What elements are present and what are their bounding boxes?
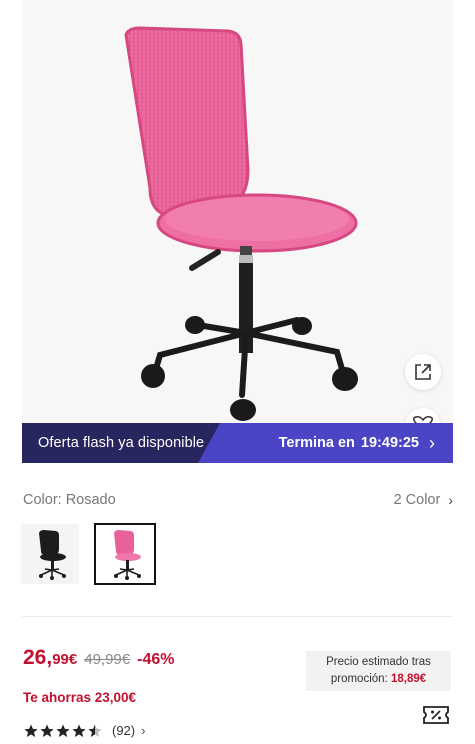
chevron-right-icon: › <box>141 723 146 738</box>
review-count: (92) <box>112 723 136 738</box>
heart-icon <box>412 416 434 423</box>
selected-color-label: Color: Rosado <box>23 492 116 508</box>
product-image[interactable] <box>22 0 453 423</box>
price-row: 26,99€ 49,99€ -46% <box>23 646 174 670</box>
pink-chair-thumbnail <box>114 530 141 580</box>
promo-line1: Precio estimado tras <box>326 656 431 668</box>
chair-illustration <box>124 26 358 421</box>
color-selector-header[interactable]: Color: Rosado 2 Color › <box>23 488 453 512</box>
black-chair-thumbnail <box>39 530 66 580</box>
flash-countdown: Termina en 19:49:25 › <box>279 423 435 463</box>
chevron-right-icon: › <box>448 492 453 508</box>
promo-label: promoción: <box>330 673 388 685</box>
flash-sale-banner[interactable]: Oferta flash ya disponible Termina en 19… <box>22 423 453 463</box>
discount-badge: -46% <box>137 651 175 668</box>
section-divider <box>22 616 453 617</box>
current-price: 26,99€ <box>23 646 77 670</box>
color-swatch-black[interactable] <box>21 524 79 584</box>
color-count-link[interactable]: 2 Color › <box>394 492 453 508</box>
share-button[interactable] <box>405 354 441 390</box>
promo-estimate-box: Precio estimado tras promoción: 18,89€ <box>306 651 451 691</box>
stars-icon <box>24 724 102 737</box>
chevron-right-icon: › <box>429 433 435 453</box>
color-count: 2 Color <box>393 492 441 508</box>
coupon-button[interactable] <box>422 703 450 732</box>
star-rating <box>24 724 104 738</box>
price-whole: 26, <box>23 646 53 669</box>
countdown-minutes: 49 <box>381 435 399 451</box>
promo-amount: 18,89€ <box>390 673 427 685</box>
coupon-icon <box>423 706 449 724</box>
promo-line2: promoción: 18,89€ <box>306 671 451 688</box>
rating-row[interactable]: (92) › <box>24 723 145 738</box>
color-swatch-pink[interactable] <box>94 523 156 585</box>
original-price: 49,99€ <box>84 651 131 668</box>
countdown-seconds: 25 <box>402 435 419 451</box>
savings-text: Te ahorras 23,00€ <box>23 690 137 705</box>
price-cents: 99€ <box>52 651 78 668</box>
countdown-label: Termina en <box>278 435 355 451</box>
flash-offer-text: Oferta flash ya disponible <box>38 435 205 451</box>
countdown-time: 19:49:25 <box>360 435 419 451</box>
external-link-icon <box>415 364 431 380</box>
countdown-hours: 19 <box>360 435 378 451</box>
